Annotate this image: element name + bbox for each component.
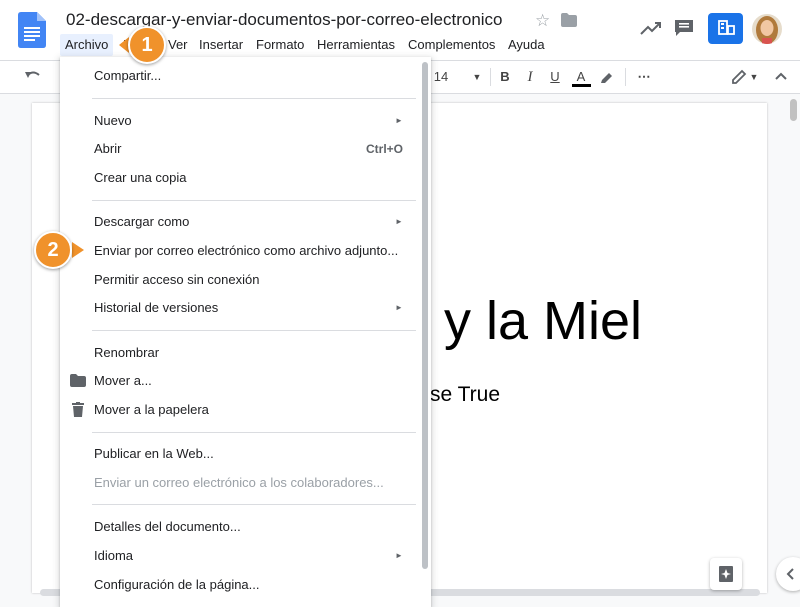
explore-button[interactable] <box>710 558 742 590</box>
menu-item-detalles-documento[interactable]: Detalles del documento... <box>94 519 241 535</box>
trash-icon <box>72 402 84 417</box>
menu-item-crear-copia[interactable]: Crear una copia <box>94 170 187 186</box>
folder-icon[interactable] <box>561 13 577 27</box>
document-subtitle: rse True <box>423 383 501 406</box>
menu-item-correo-colaboradores: Enviar un correo electrónico a los colab… <box>94 475 384 490</box>
menu-separator <box>92 200 416 201</box>
step-callout-2: 2 <box>34 231 72 269</box>
side-panel-toggle[interactable] <box>776 557 800 591</box>
comment-icon[interactable] <box>673 18 695 38</box>
underline-button[interactable]: U <box>546 66 564 88</box>
menu-item-descargar-como[interactable]: Descargar como <box>94 214 189 230</box>
step-callout-1: 1 <box>128 26 166 64</box>
folder-icon <box>70 374 86 387</box>
menu-item-enviar-adjunto[interactable]: Enviar por correo electrónico como archi… <box>94 243 398 259</box>
page-scrollbar[interactable] <box>790 99 797 121</box>
menu-item-acceso-sin-conexion[interactable]: Permitir acceso sin conexión <box>94 272 259 288</box>
docs-logo-icon[interactable] <box>18 12 46 48</box>
menu-item-nuevo[interactable]: Nuevo <box>94 113 132 129</box>
menu-separator <box>92 98 416 99</box>
font-size-value[interactable]: 14 <box>430 66 452 88</box>
submenu-arrow-icon: ► <box>395 217 403 226</box>
submenu-arrow-icon: ► <box>395 551 403 560</box>
avatar[interactable] <box>752 14 782 44</box>
submenu-arrow-icon: ► <box>395 116 403 125</box>
font-size-dropdown-icon[interactable]: ▼ <box>470 66 484 88</box>
menu-item-mover-papelera[interactable]: Mover a la papelera <box>94 402 209 418</box>
menu-item-idioma[interactable]: Idioma <box>94 548 133 564</box>
text-color-swatch <box>572 84 591 87</box>
document-title[interactable]: 02-descargar-y-enviar-documentos-por-cor… <box>66 10 503 30</box>
star-icon[interactable]: ☆ <box>535 11 550 31</box>
more-options-button[interactable]: ⋯ <box>634 66 654 88</box>
menu-ayuda[interactable]: Ayuda <box>503 34 550 56</box>
explore-icon <box>719 566 733 582</box>
menu-item-publicar-web[interactable]: Publicar en la Web... <box>94 446 214 462</box>
menu-separator <box>92 432 416 433</box>
menu-insertar[interactable]: Insertar <box>194 34 248 56</box>
document-heading: y la Miel <box>444 291 643 351</box>
menu-item-configuracion-pagina[interactable]: Configuración de la página... <box>94 577 260 593</box>
menu-separator <box>92 504 416 505</box>
editing-mode-pencil-icon[interactable] <box>730 68 748 86</box>
menu-item-mover-a[interactable]: Mover a... <box>94 373 152 389</box>
submenu-arrow-icon: ► <box>395 303 403 312</box>
share-button[interactable] <box>708 13 743 44</box>
menu-item-compartir[interactable]: Compartir... <box>94 68 161 84</box>
menu-herramientas[interactable]: Herramientas <box>312 34 400 56</box>
undo-icon[interactable] <box>24 69 42 83</box>
menu-item-abrir[interactable]: Abrir <box>94 141 121 157</box>
callout-pointer <box>72 242 84 258</box>
italic-button[interactable]: I <box>521 66 539 88</box>
share-icon <box>718 20 735 35</box>
menu-ver[interactable]: Ver <box>163 34 193 56</box>
menu-complementos[interactable]: Complementos <box>403 34 500 56</box>
menu-item-historial-versiones[interactable]: Historial de versiones <box>94 300 218 316</box>
shortcut-label: Ctrl+O <box>366 142 404 156</box>
bold-button[interactable]: B <box>496 66 514 88</box>
menu-archivo[interactable]: Archivo <box>60 34 114 56</box>
menu-scrollbar[interactable] <box>422 62 428 569</box>
menu-formato[interactable]: Formato <box>251 34 309 56</box>
menu-separator <box>92 330 416 331</box>
menu-item-renombrar[interactable]: Renombrar <box>94 345 159 361</box>
toolbar-divider <box>490 68 491 86</box>
activity-trend-icon[interactable] <box>640 20 662 36</box>
highlight-icon[interactable] <box>599 69 615 85</box>
collapse-toolbar-icon[interactable] <box>775 71 787 81</box>
editing-mode-dropdown-icon[interactable]: ▼ <box>748 66 760 88</box>
toolbar-divider <box>625 68 626 86</box>
chevron-left-icon <box>786 568 794 580</box>
